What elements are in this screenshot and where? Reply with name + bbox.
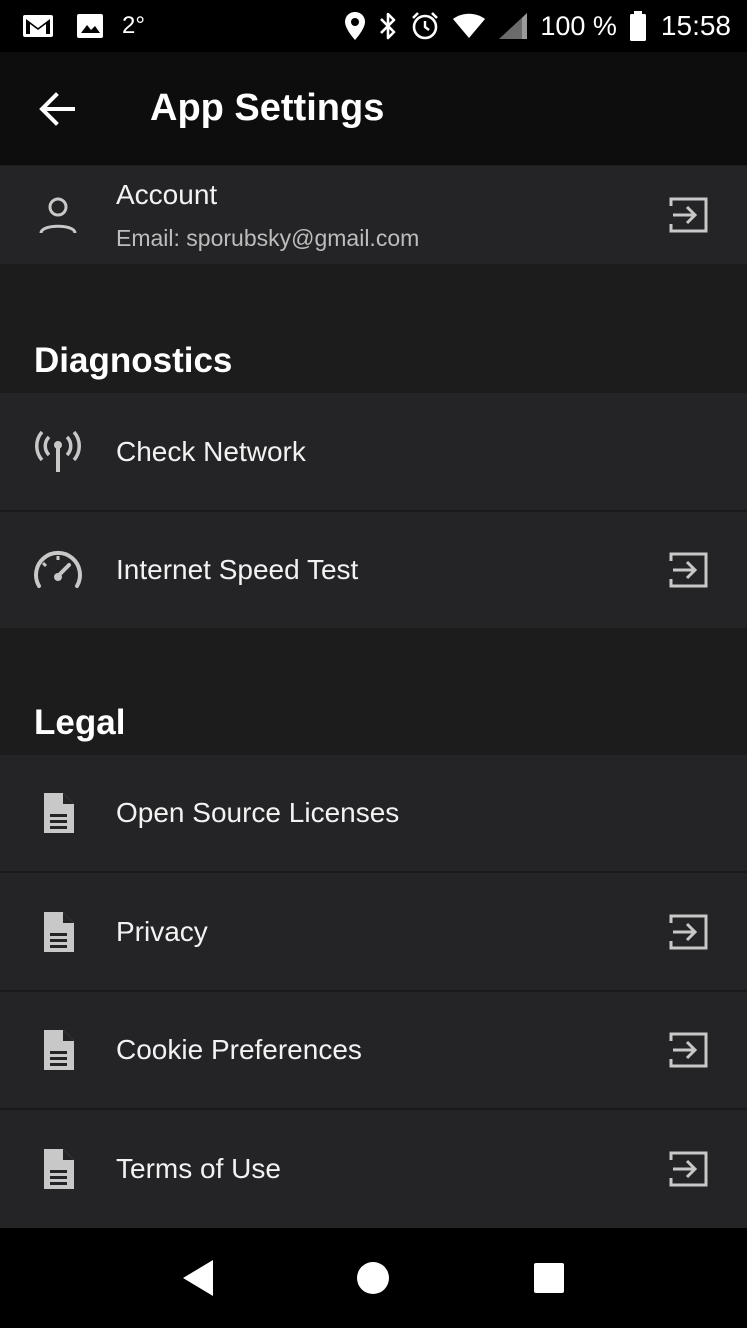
nav-back-icon[interactable] [168, 1248, 228, 1308]
account-title: Account [116, 178, 218, 210]
legal-header: Legal [34, 703, 126, 742]
battery-percent-text: 100 % [540, 10, 617, 41]
account-text: Account Email: sporubsky@gmail.com [116, 179, 419, 252]
wifi-icon [452, 13, 486, 39]
document-icon [0, 911, 116, 953]
status-bar-left: 2° [22, 12, 167, 40]
account-row[interactable]: Account Email: sporubsky@gmail.com [0, 166, 747, 264]
image-icon [76, 13, 104, 39]
battery-icon [629, 11, 647, 41]
status-bar: 2° 100 % 15:58 [0, 0, 747, 52]
person-icon [0, 195, 116, 235]
cookie-preferences-label: Cookie Preferences [116, 1034, 362, 1065]
screen: 2° 100 % 15:58 App Settings Account Emai… [0, 0, 747, 1328]
privacy-label: Privacy [116, 915, 208, 947]
arrow-back-icon [39, 91, 75, 126]
open-source-licenses-row[interactable]: Open Source Licenses [0, 755, 747, 871]
exit-to-app-icon[interactable] [669, 551, 709, 589]
check-network-row[interactable]: Check Network [0, 393, 747, 510]
speed-test-row[interactable]: Internet Speed Test [0, 512, 747, 628]
speedometer-icon [0, 550, 116, 590]
alarm-icon [410, 11, 440, 41]
speed-test-label: Internet Speed Test [116, 554, 359, 585]
cookie-preferences-row[interactable]: Cookie Preferences [0, 992, 747, 1108]
document-icon [0, 792, 116, 834]
clock-text: 15:58 [660, 10, 731, 41]
nav-home-icon[interactable] [343, 1248, 403, 1308]
location-icon [344, 11, 366, 41]
status-bar-right: 100 % 15:58 [332, 10, 731, 42]
open-source-licenses-label: Open Source Licenses [116, 797, 400, 828]
back-button[interactable] [0, 52, 116, 165]
exit-to-app-icon[interactable] [669, 1150, 709, 1188]
exit-to-app-icon[interactable] [669, 913, 709, 951]
signal-icon [498, 12, 528, 40]
privacy-row[interactable]: Privacy [0, 873, 747, 990]
bluetooth-icon [378, 11, 398, 41]
navigation-bar [0, 1228, 747, 1328]
account-email: Email: sporubsky@gmail.com [116, 224, 420, 251]
terms-of-use-row[interactable]: Terms of Use [0, 1110, 747, 1228]
temperature-text: 2° [122, 12, 145, 39]
check-network-label: Check Network [116, 435, 306, 467]
document-icon [0, 1148, 116, 1190]
diagnostics-header: Diagnostics [34, 341, 233, 380]
gmail-icon [22, 14, 54, 38]
document-icon [0, 1029, 116, 1071]
nav-recents-icon[interactable] [519, 1248, 579, 1308]
exit-to-app-icon[interactable] [669, 196, 709, 234]
exit-to-app-icon[interactable] [669, 1031, 709, 1069]
antenna-icon [0, 430, 116, 473]
terms-of-use-label: Terms of Use [116, 1153, 281, 1184]
app-bar: App Settings [0, 52, 747, 165]
page-title: App Settings [150, 87, 385, 129]
